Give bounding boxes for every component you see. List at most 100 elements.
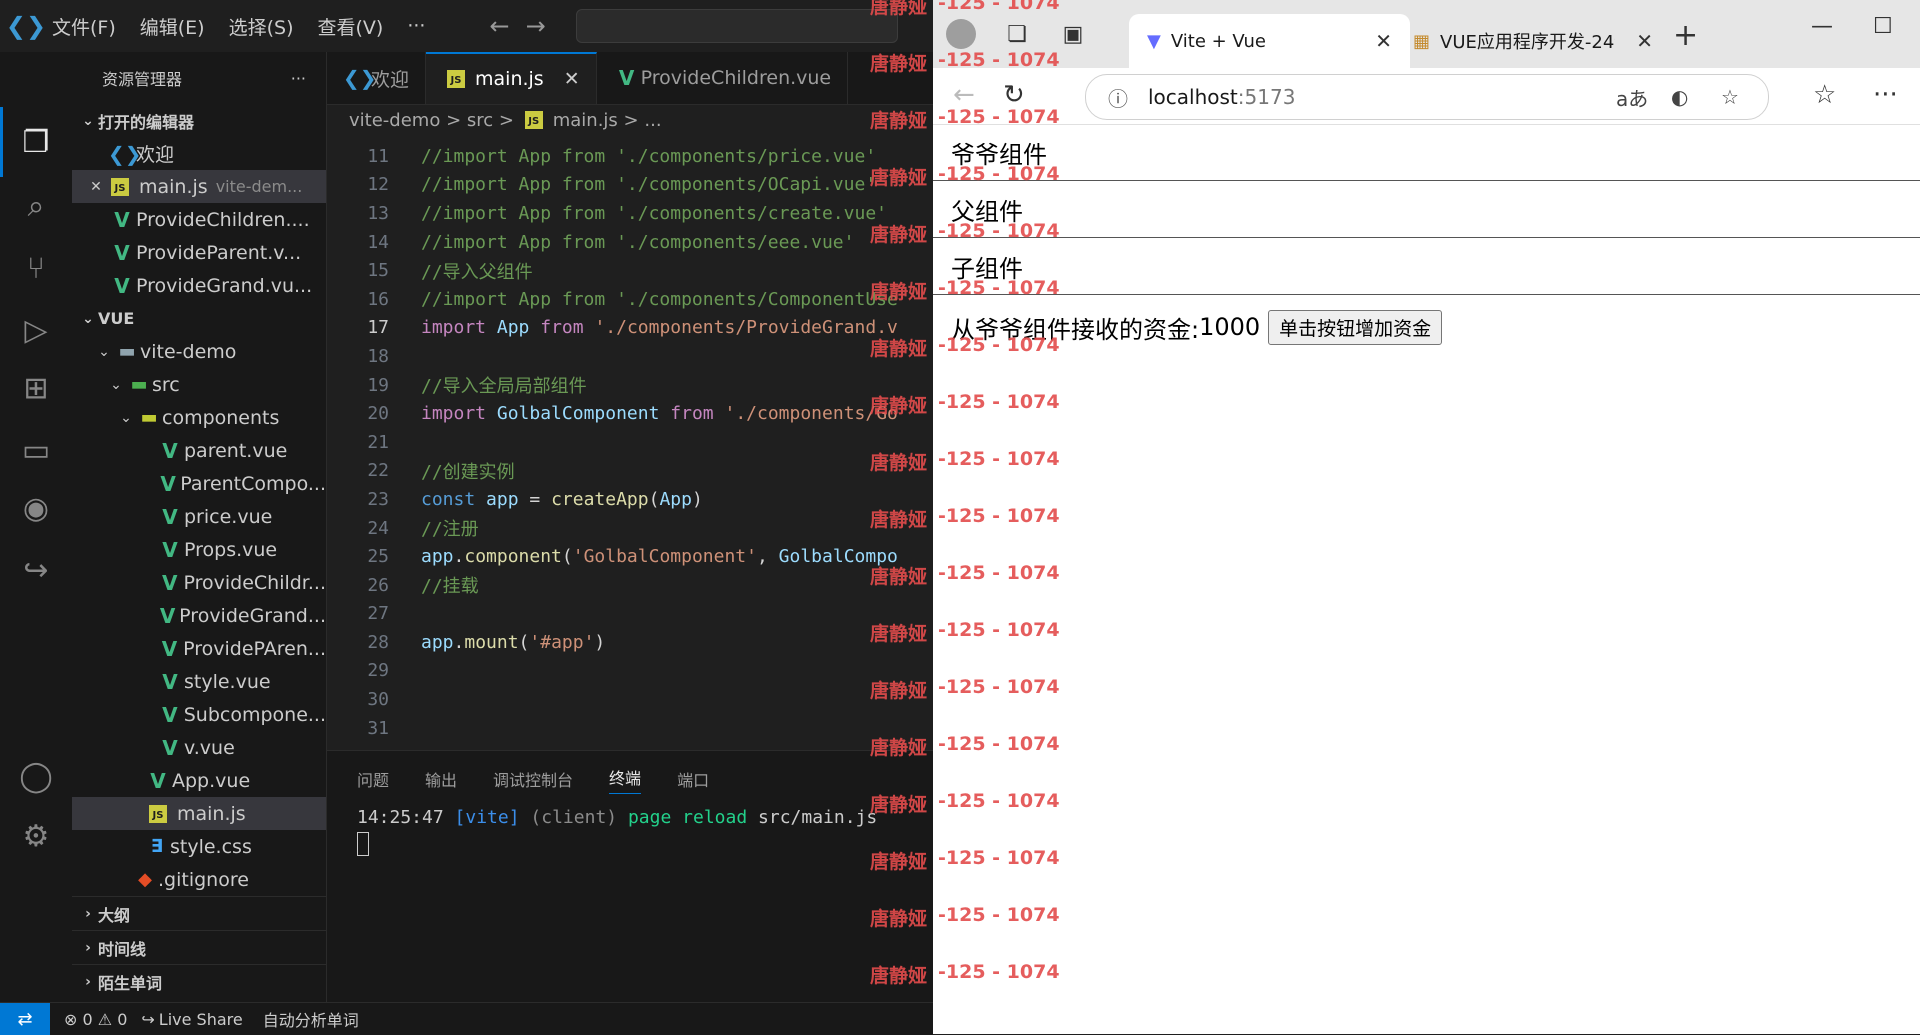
code-line[interactable]: 27 [327, 600, 933, 629]
code-line[interactable]: 20 import GolbalComponent from './compone… [327, 399, 933, 428]
maximize-icon[interactable]: ☐ [1873, 14, 1893, 39]
problems-status[interactable]: ⊗ 0 ⚠ 0 [64, 1010, 127, 1029]
open-editors-section[interactable]: ⌄ 打开的编辑器 [72, 104, 326, 137]
remote-icon[interactable]: ⇄ [0, 1003, 50, 1035]
open-editor-item[interactable]: ✕ JS main.js vite-dem... [72, 170, 326, 203]
code-line[interactable]: 23 const app = createApp(App) [327, 485, 933, 514]
open-editor-item[interactable]: V ProvideParent.v... [72, 236, 326, 269]
file-item[interactable]: V App.vue [72, 764, 326, 797]
code-editor[interactable]: 11 //import App from './components/price.… [327, 142, 933, 802]
code-line[interactable]: 11 //import App from './components/price.… [327, 142, 933, 171]
tab-welcome[interactable]: ❮❯ 欢迎 [327, 52, 427, 104]
live-share-status[interactable]: Live Share [159, 1010, 243, 1029]
menu-selection[interactable]: 选择(S) [229, 13, 294, 40]
source-control-icon[interactable]: ⑂ [12, 244, 60, 292]
extensions-icon[interactable]: ⊞ [12, 364, 60, 412]
folder-vite-demo[interactable]: ⌄ ▬ vite-demo [72, 335, 326, 368]
file-item[interactable]: Vstyle.vue [72, 665, 326, 698]
code-line[interactable]: 28 app.mount('#app') [327, 628, 933, 657]
file-item[interactable]: Vv.vue [72, 731, 326, 764]
tab-provide-children[interactable]: V ProvideChildren.vue [597, 52, 849, 104]
menu-file[interactable]: 文件(F) [52, 13, 116, 40]
tab-actions-icon[interactable]: ▣ [1055, 16, 1091, 52]
file-item[interactable]: ◆ .gitignore [72, 863, 326, 896]
favorite-star-icon[interactable]: ☆ [1721, 85, 1739, 109]
terminal[interactable]: 14:25:47 [vite] (client) page reload src… [327, 807, 933, 861]
tab-problems[interactable]: 问题 [357, 767, 389, 791]
code-line[interactable]: 17 import App from './components/ProvideG… [327, 314, 933, 343]
back-arrow-icon[interactable]: ← [489, 12, 509, 40]
code-line[interactable]: 24 //注册 [327, 514, 933, 543]
menu-edit[interactable]: 编辑(E) [140, 13, 205, 40]
file-item[interactable]: V ParentCompo... [72, 467, 326, 500]
words-section[interactable]: › 陌生单词 [72, 964, 326, 998]
tab-output[interactable]: 输出 [425, 767, 457, 791]
code-line[interactable]: 29 [327, 657, 933, 686]
workspaces-icon[interactable]: ❏ [999, 16, 1035, 52]
file-item[interactable]: Vprice.vue [72, 500, 326, 533]
file-item[interactable]: V ProvideChildr... [72, 566, 326, 599]
minimize-icon[interactable]: — [1811, 14, 1833, 39]
menu-more[interactable]: ··· [407, 15, 425, 37]
profile-avatar[interactable] [943, 16, 979, 52]
close-icon[interactable]: ✕ [1375, 29, 1392, 53]
address-bar[interactable]: ⓘ localhost:5173 aあ ◐ ☆ [1085, 74, 1769, 120]
menu-view[interactable]: 查看(V) [318, 13, 384, 40]
edge-icon[interactable]: ◐ [1671, 85, 1688, 109]
sidebar-more-button[interactable]: ··· [291, 69, 306, 88]
code-line[interactable]: 22 //创建实例 [327, 457, 933, 486]
favorites-icon[interactable]: ☆ [1813, 80, 1836, 110]
code-line[interactable]: 15 //导入父组件 [327, 256, 933, 285]
new-tab-icon[interactable]: + [1673, 18, 1698, 53]
file-item[interactable]: V Subcompone... [72, 698, 326, 731]
code-line[interactable]: 18 [327, 342, 933, 371]
tab-main-js[interactable]: JS main.js ✕ [426, 52, 597, 104]
run-debug-icon[interactable]: ▷ [12, 306, 60, 354]
folder-components[interactable]: ⌄ ▬ components [72, 401, 326, 434]
account-icon[interactable]: ◯ [12, 752, 60, 800]
search-icon[interactable]: ⌕ [12, 182, 60, 230]
open-editor-item[interactable]: V ProvideGrand.vu... [72, 269, 326, 302]
file-item-selected[interactable]: JS main.js [72, 797, 326, 830]
remote-explorer-icon[interactable]: ▭ [12, 426, 60, 474]
code-line[interactable]: 14 //import App from './components/eee.vu… [327, 228, 933, 257]
folder-src[interactable]: ⌄ ▬ src [72, 368, 326, 401]
info-icon[interactable]: ⓘ [1108, 83, 1128, 112]
breadcrumb-item[interactable]: vite-demo [349, 110, 440, 131]
code-line[interactable]: 19 //导入全局局部组件 [327, 371, 933, 400]
close-icon[interactable]: ✕ [86, 179, 106, 195]
more-icon[interactable]: ··· [1873, 80, 1898, 110]
tab-ports[interactable]: 端口 [677, 767, 709, 791]
explorer-icon[interactable]: ❐ [12, 118, 60, 166]
browser-tab-active[interactable]: ▼ Vite + Vue ✕ [1129, 14, 1410, 68]
forward-arrow-icon[interactable]: → [526, 12, 546, 40]
code-line[interactable]: 16 //import App from './components/Compon… [327, 285, 933, 314]
translate-icon[interactable]: aあ [1616, 83, 1648, 112]
close-icon[interactable]: ✕ [564, 68, 580, 90]
live-share-icon[interactable]: ↪ [12, 546, 60, 594]
code-line[interactable]: 30 [327, 685, 933, 714]
words-status[interactable]: 自动分析单词 [263, 1007, 359, 1031]
breadcrumb-item[interactable]: ... [644, 110, 661, 131]
breadcrumb-item[interactable]: main.js [553, 110, 618, 131]
settings-gear-icon[interactable]: ⚙ [12, 812, 60, 860]
tab-terminal[interactable]: 终端 [609, 765, 642, 794]
workspace-section[interactable]: ⌄ VUE [72, 302, 326, 335]
browser-tab[interactable]: ▦ VUE应用程序开发-24级 ✕ [1395, 14, 1671, 68]
code-line[interactable]: 21 [327, 428, 933, 457]
breadcrumb-item[interactable]: src [467, 110, 493, 131]
outline-section[interactable]: › 大纲 [72, 896, 326, 930]
code-line[interactable]: 13 //import App from './components/create… [327, 199, 933, 228]
file-item[interactable]: V ProvidePAren... [72, 632, 326, 665]
add-money-button[interactable]: 单击按钮增加资金 [1268, 309, 1443, 345]
code-line[interactable]: 31 [327, 714, 933, 743]
file-item[interactable]: ∃ style.css [72, 830, 326, 863]
code-line[interactable]: 26 //挂载 [327, 571, 933, 600]
file-item[interactable]: V ProvideGrand... [72, 599, 326, 632]
file-item[interactable]: V Props.vue [72, 533, 326, 566]
live-share-icon[interactable]: ↪ [141, 1010, 154, 1029]
open-editor-item[interactable]: V ProvideChildren.... [72, 203, 326, 236]
tab-debug-console[interactable]: 调试控制台 [493, 767, 573, 791]
words-icon[interactable]: ◉ [12, 484, 60, 532]
code-line[interactable]: 12 //import App from './components/OCapi.… [327, 171, 933, 200]
